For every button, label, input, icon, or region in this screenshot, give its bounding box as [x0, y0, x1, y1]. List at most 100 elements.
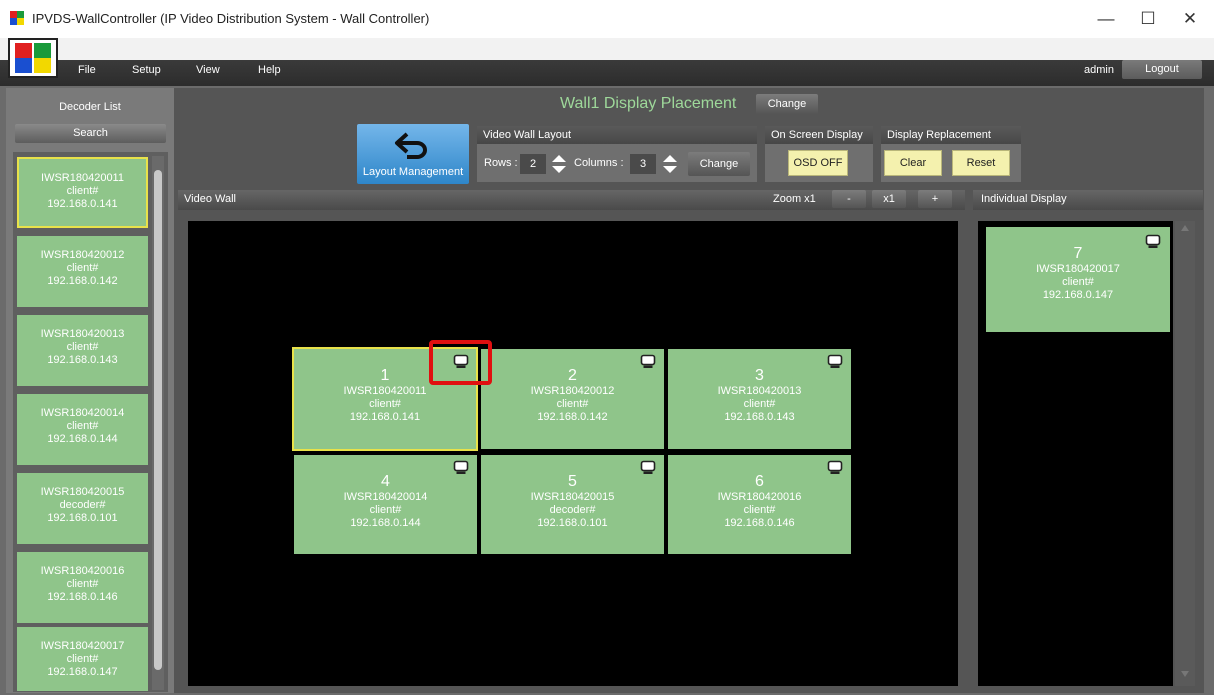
- rows-label: Rows :: [484, 157, 518, 169]
- menu-help[interactable]: Help: [258, 64, 281, 76]
- osd-off-button[interactable]: OSD OFF: [788, 150, 848, 176]
- tile-role: client#: [743, 398, 776, 410]
- tile-name: IWSR180420011: [343, 385, 427, 397]
- tile-number: 2: [568, 367, 577, 384]
- minimize-button[interactable]: —: [1088, 6, 1124, 32]
- tile-ip: 192.168.0.147: [1042, 289, 1114, 301]
- list-item[interactable]: IWSR180420017 client# 192.168.0.147: [17, 627, 148, 691]
- tile-name: IWSR180420013: [717, 385, 802, 397]
- tile-role: client#: [369, 504, 402, 516]
- list-item-role: decoder#: [59, 499, 106, 511]
- list-item-ip: 192.168.0.101: [47, 512, 118, 524]
- list-item-role: client#: [66, 262, 99, 274]
- tile-ip: 192.168.0.144: [350, 517, 421, 529]
- tile-number: 7: [1073, 245, 1083, 262]
- individual-display-header: Individual Display: [973, 190, 1203, 210]
- layout-management-button[interactable]: Layout Management: [357, 124, 469, 184]
- user-name: admin: [1084, 64, 1114, 76]
- list-item-role: client#: [66, 578, 99, 590]
- tile-role: decoder#: [549, 504, 596, 516]
- list-item[interactable]: IWSR180420013 client# 192.168.0.143: [17, 315, 148, 386]
- list-item-ip: 192.168.0.142: [47, 275, 118, 287]
- tile-number: 3: [755, 367, 764, 384]
- wall-change-button[interactable]: Change: [756, 94, 818, 114]
- individual-tile[interactable]: 7 IWSR180420017 client# 192.168.0.147: [986, 227, 1170, 332]
- menu-setup[interactable]: Setup: [132, 64, 161, 76]
- list-item[interactable]: IWSR180420014 client# 192.168.0.144: [17, 394, 148, 465]
- reset-button[interactable]: Reset: [952, 150, 1010, 176]
- window-title: IPVDS-WallController (IP Video Distribut…: [32, 11, 430, 26]
- wall-tile[interactable]: 2 IWSR180420012 client# 192.168.0.142: [481, 349, 664, 449]
- list-item-ip: 192.168.0.146: [47, 591, 118, 603]
- layout-change-button[interactable]: Change: [688, 152, 750, 176]
- tile-name: IWSR180420017: [1036, 263, 1120, 275]
- wall-tile[interactable]: 3 IWSR180420013 client# 192.168.0.143: [668, 349, 851, 449]
- osd-title: On Screen Display: [765, 126, 873, 144]
- video-wall-title: Video Wall: [184, 193, 236, 205]
- columns-input[interactable]: 3: [630, 154, 656, 174]
- zoom-in-button[interactable]: +: [918, 190, 952, 208]
- tile-number: 5: [568, 473, 577, 490]
- tile-ip: 192.168.0.101: [537, 517, 608, 529]
- zoom-out-button[interactable]: -: [832, 190, 866, 208]
- tile-number: 4: [381, 473, 390, 490]
- list-item[interactable]: IWSR180420012 client# 192.168.0.142: [17, 236, 148, 307]
- monitor-icon[interactable]: [827, 460, 843, 475]
- menu-bar: [0, 38, 1214, 86]
- video-wall-canvas[interactable]: [188, 221, 958, 686]
- monitor-icon[interactable]: [640, 460, 656, 475]
- tile-ip: 192.168.0.146: [724, 517, 795, 529]
- clear-button[interactable]: Clear: [884, 150, 942, 176]
- decoder-list-title: Decoder List: [59, 101, 121, 113]
- tile-role: client#: [743, 504, 776, 516]
- menu-file[interactable]: File: [78, 64, 96, 76]
- list-item-name: IWSR180420016: [40, 565, 125, 577]
- layout-management-label: Layout Management: [362, 166, 464, 178]
- tile-ip: 192.168.0.141: [349, 411, 421, 423]
- list-item-role: client#: [66, 185, 99, 197]
- back-arrow-icon: [395, 132, 427, 159]
- tile-role: client#: [556, 398, 589, 410]
- wall-tile[interactable]: 4 IWSR180420014 client# 192.168.0.144: [294, 455, 477, 554]
- tile-name: IWSR180420014: [343, 491, 428, 503]
- tile-name: IWSR180420015: [530, 491, 615, 503]
- tile-name: IWSR180420016: [717, 491, 802, 503]
- menu-view[interactable]: View: [196, 64, 220, 76]
- individual-scrollbar[interactable]: [1175, 221, 1195, 686]
- scroll-arrows-icon: [1181, 225, 1189, 677]
- display-replacement-title: Display Replacement: [881, 126, 1021, 144]
- list-item[interactable]: IWSR180420016 client# 192.168.0.146: [17, 552, 148, 623]
- list-item-name: IWSR180420013: [40, 328, 125, 340]
- tile-ip: 192.168.0.142: [537, 411, 608, 423]
- columns-spinner-icon[interactable]: [661, 154, 679, 174]
- list-item-ip: 192.168.0.141: [47, 198, 118, 210]
- rows-input[interactable]: 2: [520, 154, 546, 174]
- close-button[interactable]: ✕: [1172, 6, 1208, 32]
- list-item[interactable]: IWSR180420011 client# 192.168.0.141: [17, 157, 148, 228]
- wall-title: Wall1 Display Placement: [560, 95, 737, 112]
- list-item-ip: 192.168.0.143: [47, 354, 118, 366]
- app-icon: [10, 11, 24, 25]
- monitor-icon[interactable]: [640, 354, 656, 369]
- list-scroll-thumb[interactable]: [154, 170, 162, 670]
- tile-name: IWSR180420012: [530, 385, 615, 397]
- list-item-name: IWSR180420015: [40, 486, 125, 498]
- list-item[interactable]: IWSR180420015 decoder# 192.168.0.101: [17, 473, 148, 544]
- rows-spinner-icon[interactable]: [550, 154, 568, 174]
- columns-label: Columns :: [574, 157, 624, 169]
- zoom-value: x1: [872, 190, 906, 208]
- tile-role: client#: [369, 398, 401, 410]
- maximize-button[interactable]: ☐: [1130, 6, 1166, 32]
- wall-tile[interactable]: 6 IWSR180420016 client# 192.168.0.146: [668, 455, 851, 554]
- monitor-icon[interactable]: [1145, 234, 1161, 249]
- individual-display-title: Individual Display: [981, 193, 1067, 205]
- app-logo: [8, 38, 58, 78]
- search-button[interactable]: Search: [15, 124, 166, 143]
- logout-button[interactable]: Logout: [1122, 60, 1202, 79]
- monitor-icon[interactable]: [453, 460, 469, 475]
- list-item-role: client#: [66, 653, 99, 665]
- wall-tile[interactable]: 5 IWSR180420015 decoder# 192.168.0.101: [481, 455, 664, 554]
- tile-ip: 192.168.0.143: [724, 411, 795, 423]
- monitor-icon[interactable]: [827, 354, 843, 369]
- list-item-name: IWSR180420012: [40, 249, 125, 261]
